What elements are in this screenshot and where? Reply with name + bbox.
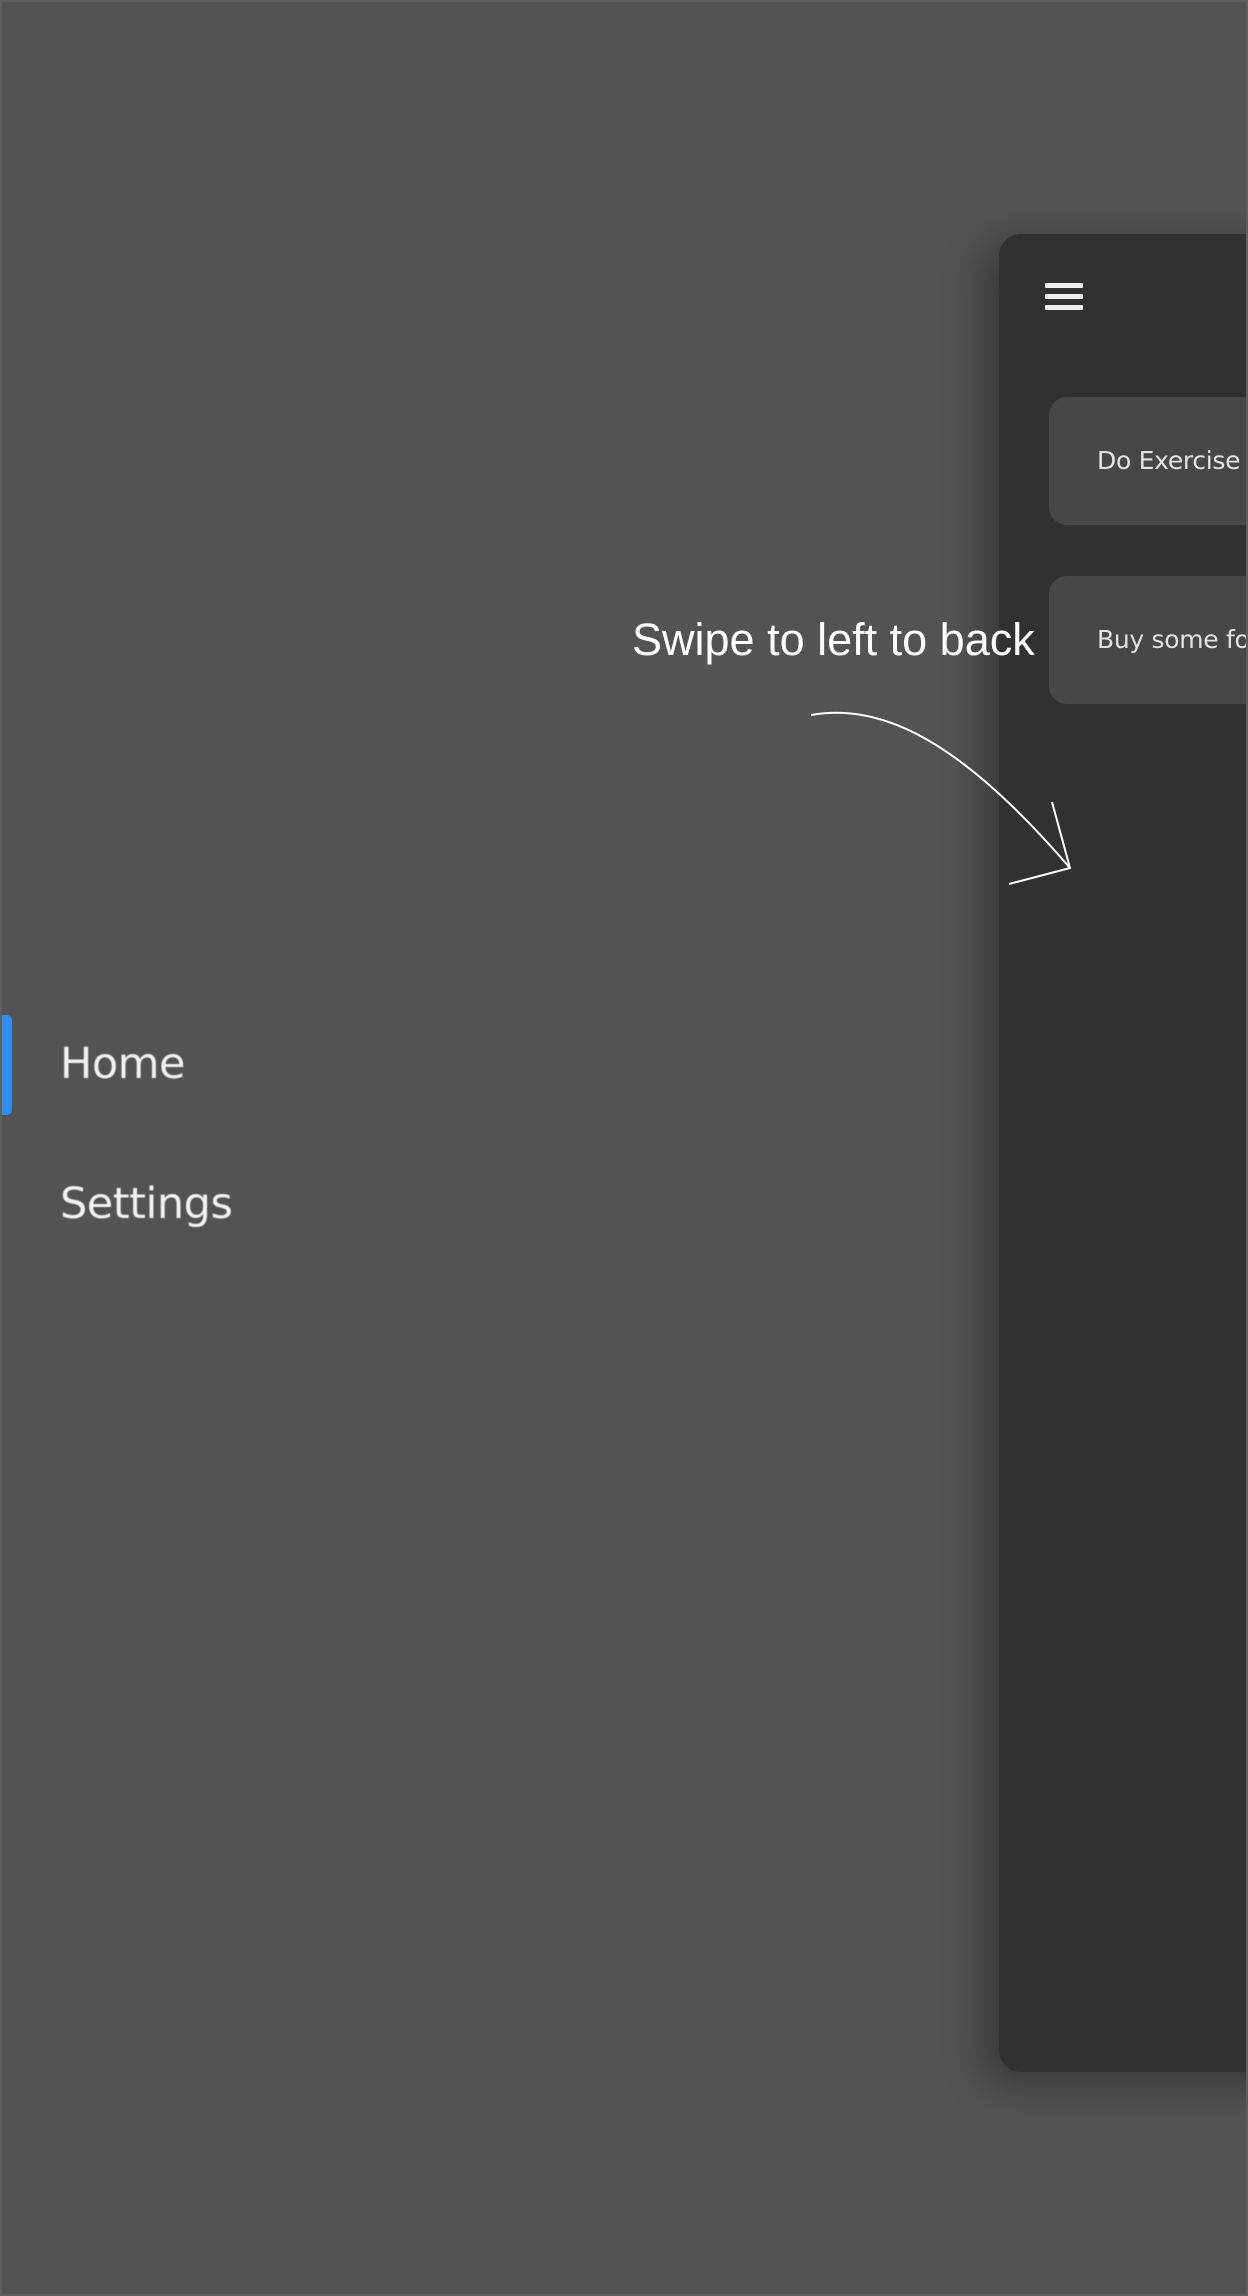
app-background: Home Settings Do Exercise Buy some fo Sw…	[0, 0, 1248, 2296]
task-card[interactable]: Buy some fo	[1049, 576, 1248, 704]
task-label: Buy some fo	[1097, 625, 1248, 654]
task-label: Do Exercise	[1097, 446, 1241, 475]
swipe-hint-text: Swipe to left to back	[632, 614, 1035, 665]
drawer-item-home[interactable]: Home	[2, 1014, 402, 1114]
drawer-item-settings[interactable]: Settings	[2, 1154, 402, 1254]
task-card[interactable]: Do Exercise	[1049, 397, 1246, 525]
drawer-item-label: Home	[60, 1039, 185, 1089]
main-screen-preview[interactable]: Do Exercise Buy some fo	[999, 234, 1248, 2072]
hamburger-menu-icon[interactable]	[1045, 274, 1089, 318]
drawer-item-label: Settings	[60, 1179, 233, 1229]
